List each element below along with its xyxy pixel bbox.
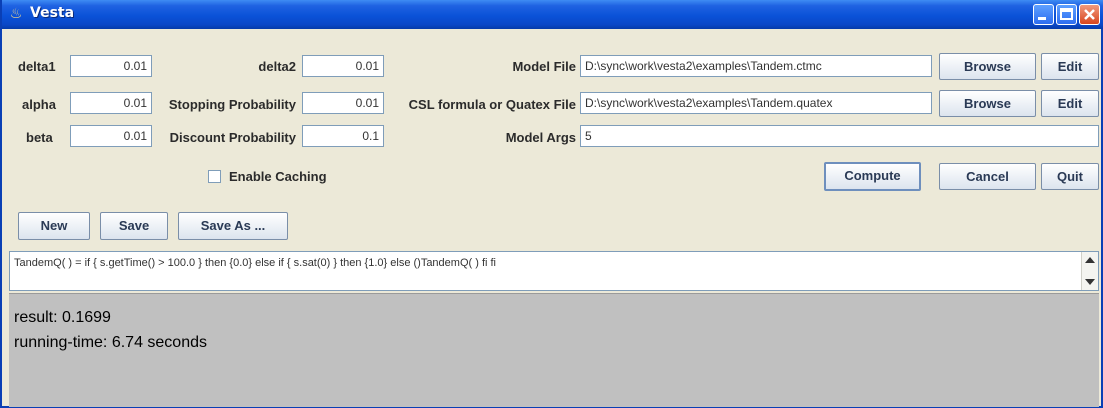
beta-label: beta [26, 130, 53, 145]
formula-text: TandemQ( ) = if { s.getTime() > 100.0 } … [14, 257, 497, 269]
minimize-icon [1038, 17, 1046, 20]
formula-file-label: CSL formula or Quatex File [408, 97, 576, 112]
discount-probability-field[interactable]: 0.1 [302, 125, 384, 147]
save-button[interactable]: Save [100, 212, 168, 240]
delta1-field[interactable]: 0.01 [70, 55, 152, 77]
window-title: Vesta [30, 5, 75, 21]
running-time-text: running-time: 6.74 seconds [14, 334, 207, 351]
stopping-probability-label: Stopping Probability [168, 97, 296, 112]
alpha-field[interactable]: 0.01 [70, 92, 152, 114]
editor-scrollbar[interactable] [1081, 252, 1098, 290]
scroll-up-icon[interactable] [1085, 257, 1095, 263]
quit-button[interactable]: Quit [1041, 163, 1099, 190]
java-cup-icon: ♨ [9, 6, 23, 22]
minimize-button[interactable] [1033, 4, 1054, 25]
vesta-window: ♨ Vesta delta1 0.01 alpha 0.01 beta 0.01… [0, 0, 1103, 408]
window-left-edge [2, 29, 9, 406]
formula-editor[interactable]: TandemQ( ) = if { s.getTime() > 100.0 } … [9, 251, 1099, 291]
model-args-field[interactable]: 5 [580, 125, 1099, 147]
close-icon [1084, 9, 1095, 20]
result-text: result: 0.1699 [14, 309, 111, 326]
new-button[interactable]: New [18, 212, 90, 240]
maximize-button[interactable] [1056, 4, 1077, 25]
beta-field[interactable]: 0.01 [70, 125, 152, 147]
delta1-label: delta1 [18, 59, 56, 74]
discount-probability-label: Discount Probability [169, 130, 296, 145]
delta2-field[interactable]: 0.01 [302, 55, 384, 77]
save-as-button[interactable]: Save As ... [178, 212, 288, 240]
stopping-probability-field[interactable]: 0.01 [302, 92, 384, 114]
model-args-label: Model Args [505, 130, 576, 145]
browse-model-button[interactable]: Browse [939, 53, 1036, 80]
enable-caching-checkbox[interactable] [208, 170, 221, 183]
close-button[interactable] [1079, 4, 1100, 25]
title-bar[interactable]: ♨ Vesta [2, 0, 1103, 29]
model-file-field[interactable]: D:\sync\work\vesta2\examples\Tandem.ctmc [580, 55, 932, 77]
edit-model-button[interactable]: Edit [1041, 53, 1099, 80]
cancel-button[interactable]: Cancel [939, 163, 1036, 190]
output-panel: result: 0.1699 running-time: 6.74 second… [9, 293, 1099, 407]
enable-caching-label: Enable Caching [229, 169, 327, 184]
alpha-label: alpha [22, 97, 56, 112]
scroll-down-icon[interactable] [1085, 279, 1095, 285]
compute-button[interactable]: Compute [824, 162, 921, 191]
maximize-icon [1060, 8, 1073, 20]
formula-file-field[interactable]: D:\sync\work\vesta2\examples\Tandem.quat… [580, 92, 932, 114]
browse-formula-button[interactable]: Browse [939, 90, 1036, 117]
delta2-label: delta2 [258, 59, 296, 74]
edit-formula-button[interactable]: Edit [1041, 90, 1099, 117]
model-file-label: Model File [512, 59, 576, 74]
